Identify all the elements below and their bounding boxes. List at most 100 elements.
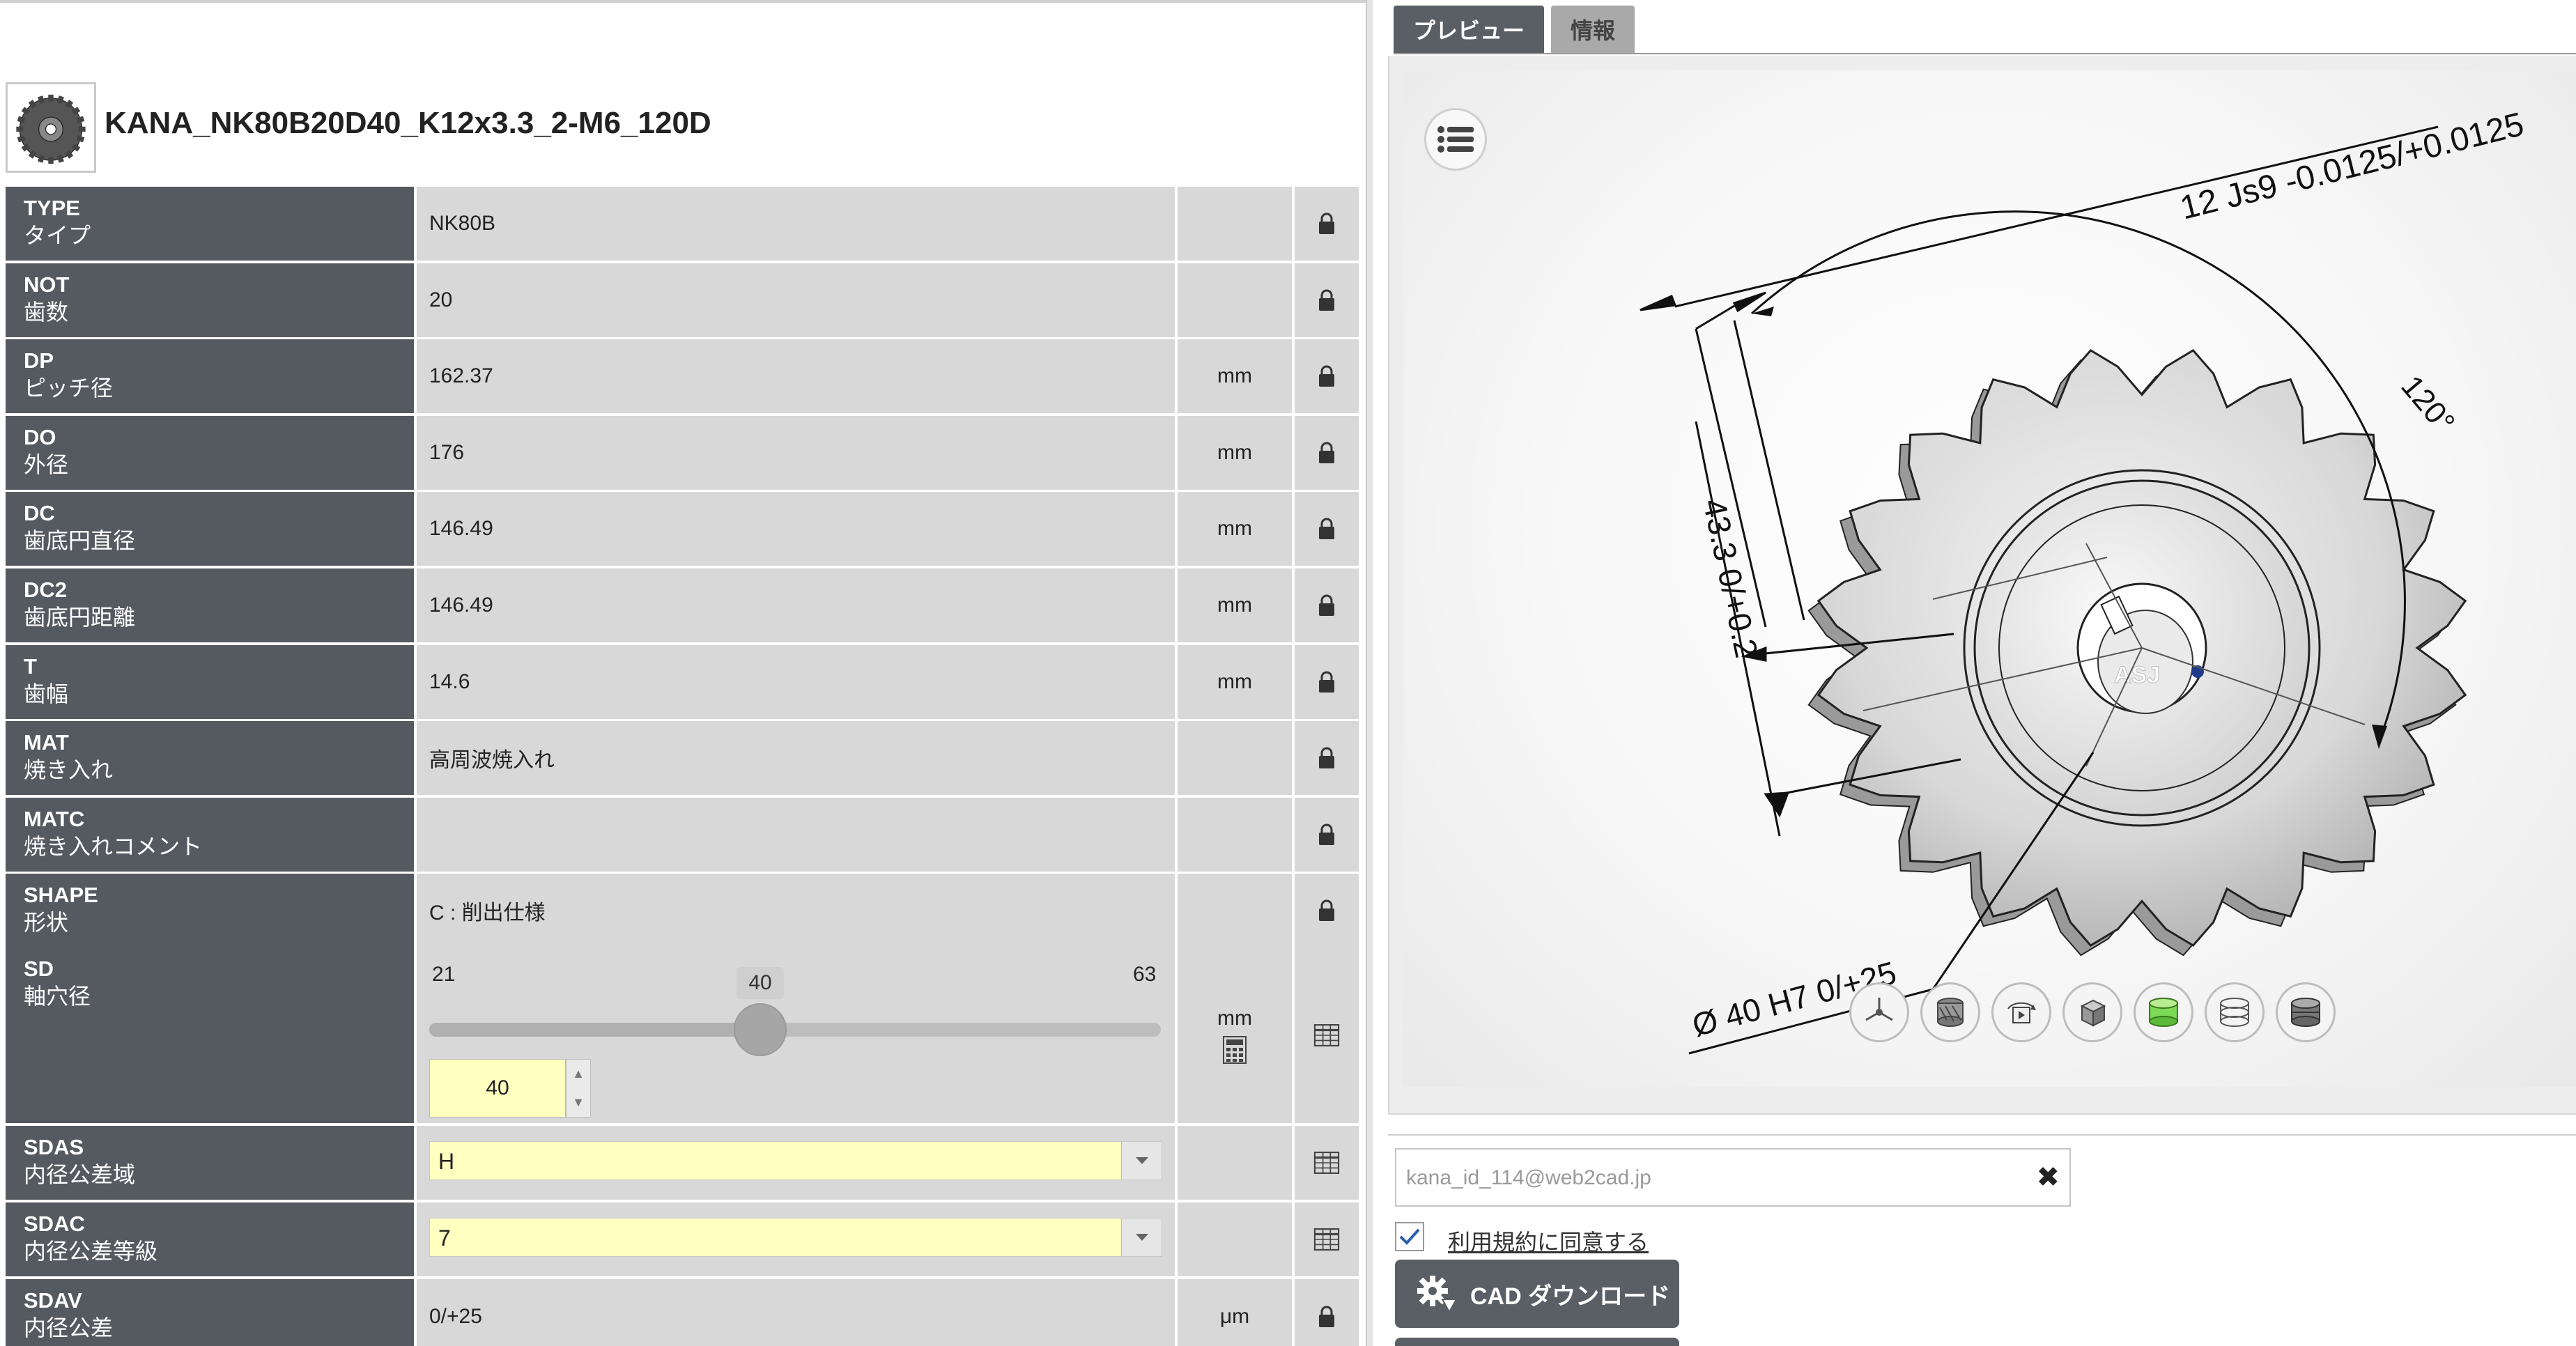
agree-checkbox[interactable] (1395, 1222, 1424, 1251)
sd-unit-cell: mm (1178, 947, 1292, 1123)
param-code: NOT (24, 272, 70, 297)
shaded-view-icon[interactable] (2134, 982, 2193, 1042)
tab-underline (1394, 53, 2576, 54)
wireframe-view-icon[interactable] (2205, 982, 2265, 1042)
viewer-menu-button[interactable] (1424, 108, 1487, 171)
param-name: SDAS 内径公差域 (6, 1126, 414, 1200)
slider-fill (429, 1023, 760, 1037)
lock-icon[interactable] (1295, 187, 1359, 261)
param-value: 146.49 (417, 568, 1175, 642)
param-label: 内径公差 (24, 1315, 114, 1340)
chevron-down-icon[interactable] (1121, 1142, 1162, 1179)
lock-icon[interactable] (1295, 339, 1359, 413)
tab-info[interactable]: 情報 (1551, 6, 1635, 53)
sd-stepper[interactable]: ▲ ▼ (566, 1059, 591, 1117)
rotate-view-icon[interactable] (1991, 982, 2051, 1042)
panel-divider[interactable] (1366, 0, 1373, 1346)
param-row: T 歯幅 14.6 mm (6, 645, 1359, 719)
lock-icon[interactable] (1295, 721, 1359, 795)
stepper-down-icon[interactable]: ▼ (566, 1088, 590, 1117)
terms-link[interactable]: 利用規約に同意する (1448, 1225, 1649, 1257)
email-placeholder: kana_id_114@web2cad.jp (1406, 1166, 1651, 1189)
param-unit (1178, 1126, 1292, 1200)
param-unit: mm (1178, 492, 1292, 566)
param-label: タイプ (24, 223, 91, 248)
stepper-up-icon[interactable]: ▲ (566, 1060, 590, 1088)
param-row: MATC 焼き入れコメント (6, 798, 1359, 872)
lock-icon[interactable] (1295, 492, 1359, 566)
param-row: TYPE タイプ NK80B (6, 187, 1359, 261)
lock-icon[interactable] (1295, 263, 1359, 337)
param-value: 162.37 (417, 339, 1175, 413)
param-code: T (24, 654, 37, 679)
secondary-button[interactable] (1395, 1338, 1679, 1346)
lock-icon[interactable] (1295, 874, 1359, 947)
unit-label: mm (1217, 1007, 1252, 1030)
select-value: H (438, 1149, 455, 1174)
param-row: DC 歯底円直径 146.49 mm (6, 492, 1359, 566)
param-row: MAT 焼き入れ 高周波焼入れ (6, 721, 1359, 795)
param-code: SDAS (24, 1135, 84, 1159)
sd-slider-handle[interactable] (734, 1003, 787, 1056)
param-name: SHAPE 形状 (6, 874, 414, 947)
param-unit (1178, 798, 1292, 872)
tab-preview[interactable]: プレビュー (1394, 6, 1544, 53)
param-label: 内径公差域 (24, 1162, 136, 1187)
param-label: ピッチ径 (24, 376, 114, 401)
param-name: NOT 歯数 (6, 263, 414, 337)
param-label: 焼き入れ (24, 757, 114, 782)
param-row: SHAPE 形状 C : 削出仕様 (6, 874, 1359, 947)
param-select[interactable]: 7 (429, 1218, 1162, 1257)
chevron-down-icon[interactable] (1121, 1219, 1162, 1256)
lock-icon[interactable] (1295, 1279, 1359, 1346)
email-field[interactable]: kana_id_114@web2cad.jp ✖ (1395, 1148, 2071, 1207)
param-unit (1178, 874, 1292, 947)
table-icon[interactable] (1295, 1126, 1359, 1200)
solid-view-icon[interactable] (2276, 982, 2336, 1042)
sd-slider-track[interactable] (429, 1023, 1161, 1037)
sd-value-cell: 21 63 40 40 ▲ ▼ (417, 947, 1175, 1123)
param-select[interactable]: H (429, 1141, 1162, 1180)
param-unit: mm (1178, 339, 1292, 413)
lock-icon[interactable] (1295, 645, 1359, 719)
param-name: SDAC 内径公差等級 (6, 1202, 414, 1276)
check-icon (1399, 1228, 1420, 1245)
table-icon[interactable] (1295, 947, 1359, 1123)
param-value: 0/+25 (417, 1279, 1175, 1346)
param-row: NOT 歯数 20 (6, 263, 1359, 337)
lock-icon[interactable] (1295, 798, 1359, 872)
table-icon[interactable] (1295, 1202, 1359, 1276)
param-label: 形状 (24, 910, 69, 935)
lock-icon[interactable] (1295, 416, 1359, 490)
param-row-select: SDAC 内径公差等級 7 (6, 1202, 1359, 1276)
param-row-sdav: SDAV 内径公差 0/+25 μm (6, 1279, 1359, 1346)
close-icon[interactable]: ✖ (2036, 1163, 2060, 1191)
param-value: NK80B (417, 187, 1175, 261)
3d-viewer[interactable]: ASJ 12 Js9 -0.0125/+0.0125 120° 43.3 0/+… (1388, 56, 2576, 1115)
list-icon (1437, 126, 1474, 153)
param-unit (1178, 721, 1292, 795)
lock-icon[interactable] (1295, 568, 1359, 642)
calculator-icon[interactable] (1223, 1036, 1247, 1064)
param-name-sd: SD 軸穴径 (6, 947, 414, 1123)
cad-download-button[interactable]: CAD ダウンロード (1395, 1260, 1679, 1328)
param-label: 軸穴径 (24, 984, 91, 1009)
sprocket-drawing[interactable]: ASJ 12 Js9 -0.0125/+0.0125 120° 43.3 0/+… (1389, 56, 2576, 1115)
slider-current-label: 40 (736, 967, 784, 999)
axis-view-icon[interactable] (1849, 982, 1909, 1042)
param-label: 外径 (24, 452, 69, 477)
slider-min-label: 21 (432, 963, 456, 986)
param-row-select: SDAS 内径公差域 H (6, 1126, 1359, 1200)
param-value: 高周波焼入れ (417, 721, 1175, 795)
sd-number-input[interactable]: 40 (429, 1059, 566, 1117)
iso-view-icon[interactable] (2062, 982, 2122, 1042)
gear-download-icon (1417, 1276, 1458, 1314)
param-code: SDAC (24, 1212, 85, 1236)
angle-dim-label: 120° (2394, 369, 2461, 440)
param-value: 20 (417, 263, 1175, 337)
select-value: 7 (438, 1225, 451, 1251)
param-value: C : 削出仕様 (417, 874, 1175, 947)
section-view-icon[interactable] (1920, 982, 1980, 1042)
param-label: 歯底円距離 (24, 605, 136, 630)
param-name: MATC 焼き入れコメント (6, 798, 414, 872)
